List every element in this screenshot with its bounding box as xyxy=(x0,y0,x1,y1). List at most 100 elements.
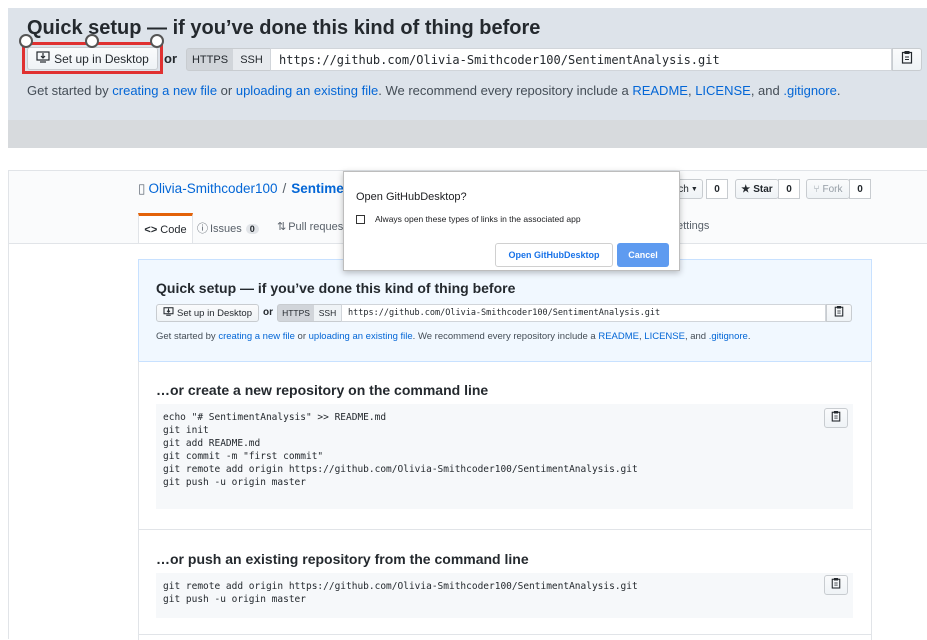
code-line: git remote add origin https://github.com… xyxy=(163,464,638,475)
copy-url-button[interactable] xyxy=(826,304,852,322)
license-link[interactable]: LICENSE xyxy=(644,331,685,342)
top-upload-file-link[interactable]: uploading an existing file xyxy=(236,83,378,98)
top-gs-text-5: , and xyxy=(750,83,784,98)
clipboard-icon xyxy=(901,50,913,69)
top-create-file-link[interactable]: creating a new file xyxy=(112,83,217,98)
repo-icon: ▯ xyxy=(138,181,146,196)
tab-issues[interactable]: ⓘ Issues 0 xyxy=(197,220,259,236)
quick-setup-heading: Quick setup — if you’ve done this kind o… xyxy=(156,280,516,296)
new-repo-code-block: echo "# SentimentAnalysis" >> README.md … xyxy=(156,404,853,509)
repo-owner-link[interactable]: Olivia-Smithcoder100 xyxy=(148,181,277,196)
page-screenshot: ▯ Olivia-Smithcoder100/Sentime ch ▼ 0 ★ Sta… xyxy=(8,170,927,640)
top-heading: Quick setup — if you’ve done this kind o… xyxy=(27,17,541,39)
top-or-label: or xyxy=(164,51,177,66)
tab-settings[interactable]: ettings xyxy=(677,220,709,232)
gs-text-6: . xyxy=(747,331,751,342)
push-repo-heading: …or push an existing repository from the… xyxy=(156,551,529,567)
gs-text-3: . We recommend every repository include … xyxy=(412,331,599,342)
top-gs-text-3: . We recommend every repository include … xyxy=(378,83,633,98)
clipboard-icon xyxy=(831,576,841,594)
star-button[interactable]: ★ Star xyxy=(735,179,779,199)
open-app-dialog: Open GitHubDesktop? Always open these ty… xyxy=(343,171,680,271)
top-gs-text-2: or xyxy=(217,83,236,98)
issue-icon: ⓘ xyxy=(197,223,208,235)
fork-button[interactable]: ⑂ Fork xyxy=(806,179,850,199)
top-clone-url-field[interactable]: https://github.com/Olivia-Smithcoder100/… xyxy=(270,48,892,71)
copy-push-repo-button[interactable] xyxy=(824,575,848,595)
issues-counter: 0 xyxy=(245,224,259,234)
top-https-button[interactable]: HTTPS xyxy=(186,48,234,71)
dialog-title: Open GitHubDesktop? xyxy=(356,191,467,203)
top-set-up-desktop-label: Set up in Desktop xyxy=(54,51,149,66)
top-gs-text-6: . xyxy=(836,83,841,98)
ssh-button[interactable]: SSH xyxy=(314,304,342,322)
clipboard-icon xyxy=(831,409,841,427)
code-line: git commit -m "first commit" xyxy=(163,451,324,462)
clipboard-icon xyxy=(834,304,844,322)
selection-handle-middle[interactable] xyxy=(85,34,99,48)
clone-url-field[interactable]: https://github.com/Olivia-Smithcoder100/… xyxy=(341,304,826,322)
cancel-button[interactable]: Cancel xyxy=(617,243,669,267)
set-up-desktop-label: Set up in Desktop xyxy=(177,307,252,319)
top-clone-url-text: https://github.com/Olivia-Smithcoder100/… xyxy=(279,52,720,67)
watch-count[interactable]: 0 xyxy=(706,179,728,199)
desktop-download-icon-small xyxy=(163,307,174,319)
pull-request-icon: ⇅ xyxy=(277,221,287,233)
section-divider xyxy=(138,529,872,530)
tab-code[interactable]: <> Code xyxy=(138,213,193,243)
code-line: git push -u origin master xyxy=(163,594,306,605)
clone-url-text: https://github.com/Olivia-Smithcoder100/… xyxy=(348,308,661,318)
section-divider xyxy=(138,634,872,635)
set-up-desktop-button[interactable]: Set up in Desktop xyxy=(156,304,259,322)
top-readme-link[interactable]: README xyxy=(632,83,688,98)
code-line: git push -u origin master xyxy=(163,477,306,488)
top-ssh-button[interactable]: SSH xyxy=(233,48,271,71)
top-set-up-desktop-button[interactable]: Set up in Desktop xyxy=(27,47,158,70)
top-zoom-panel: Quick setup — if you’ve done this kind o… xyxy=(8,8,927,148)
gs-text-1: Get started by xyxy=(156,331,219,342)
selection-handle-left[interactable] xyxy=(19,34,33,48)
desktop-download-icon xyxy=(36,51,50,66)
always-open-checkbox[interactable] xyxy=(356,215,365,224)
top-footer-band xyxy=(8,120,927,148)
fork-icon: ⑂ xyxy=(813,183,820,195)
code-line: git add README.md xyxy=(163,438,261,449)
https-button[interactable]: HTTPS xyxy=(277,304,315,322)
top-gs-text-1: Get started by xyxy=(27,83,113,98)
push-repo-code-block: git remote add origin https://github.com… xyxy=(156,573,853,618)
code-line: git init xyxy=(163,425,209,436)
repo-separator: / xyxy=(282,181,287,196)
star-icon: ★ xyxy=(741,183,751,195)
star-count[interactable]: 0 xyxy=(778,179,800,199)
copy-new-repo-button[interactable] xyxy=(824,408,848,428)
inner-or-label: or xyxy=(263,307,273,318)
upload-file-link[interactable]: uploading an existing file xyxy=(309,331,413,342)
top-copy-button[interactable] xyxy=(892,48,922,71)
top-gitignore-link[interactable]: .gitignore xyxy=(783,83,836,98)
code-line: git remote add origin https://github.com… xyxy=(163,581,638,592)
repo-title: ▯ Olivia-Smithcoder100 / Sentime xyxy=(138,181,344,197)
create-file-link[interactable]: creating a new file xyxy=(218,331,295,342)
gs-text-2: or xyxy=(294,331,309,342)
tab-settings-label: ettings xyxy=(677,220,710,232)
tab-issues-label: Issues xyxy=(210,223,242,235)
new-repo-heading: …or create a new repository on the comma… xyxy=(156,382,489,398)
tab-pull-label: Pull request xyxy=(288,221,347,233)
open-github-desktop-button[interactable]: Open GitHubDesktop xyxy=(495,243,613,267)
chevron-down-icon: ▼ xyxy=(690,185,698,193)
tab-pull-requests[interactable]: ⇅ Pull request xyxy=(277,220,346,233)
tab-code-label: Code xyxy=(160,223,187,236)
top-license-link[interactable]: LICENSE xyxy=(695,83,751,98)
always-open-label: Always open these types of links in the … xyxy=(375,214,581,224)
repo-name-link[interactable]: Sentime xyxy=(291,181,344,196)
gs-text-5: , and xyxy=(684,331,709,342)
get-started-text: Get started by creating a new file or up… xyxy=(156,331,750,342)
star-label: Star xyxy=(753,183,773,195)
code-line: echo "# SentimentAnalysis" >> README.md xyxy=(163,412,387,423)
code-icon: <> xyxy=(144,223,158,236)
fork-count[interactable]: 0 xyxy=(849,179,871,199)
selection-handle-right[interactable] xyxy=(150,34,164,48)
gitignore-link[interactable]: .gitignore xyxy=(709,331,748,342)
readme-link[interactable]: README xyxy=(598,331,639,342)
fork-label: Fork xyxy=(822,183,843,195)
